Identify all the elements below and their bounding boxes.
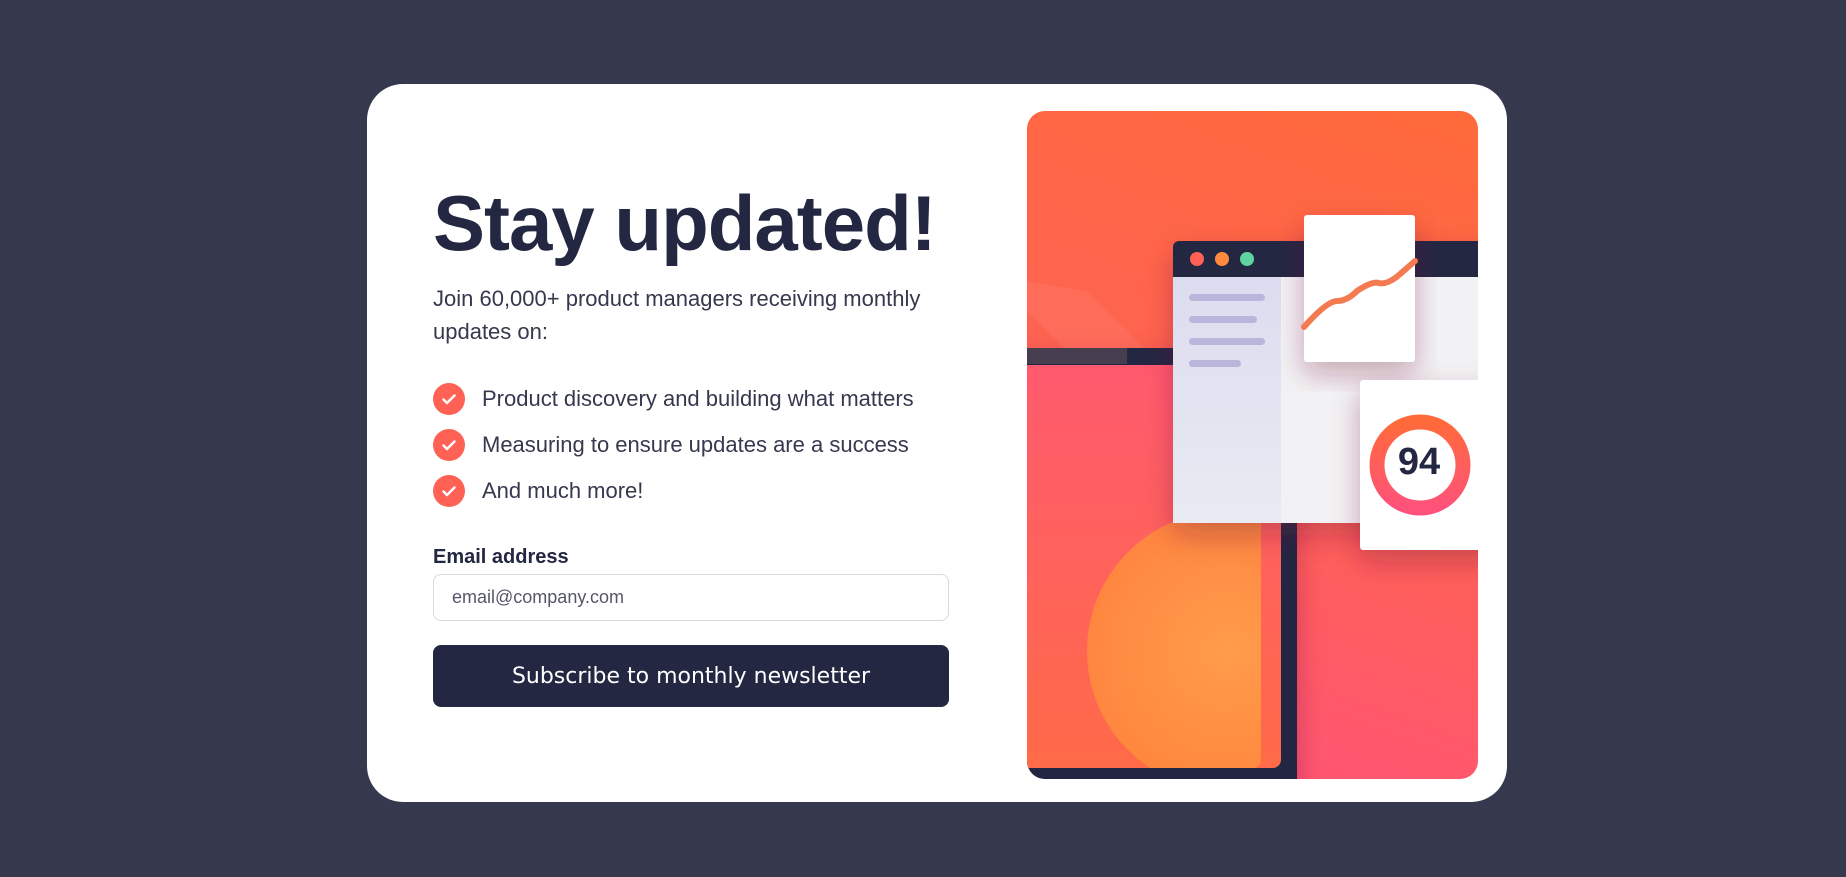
- feature-text: Measuring to ensure updates are a succes…: [482, 432, 909, 457]
- list-item: Product discovery and building what matt…: [433, 376, 914, 422]
- check-icon: [433, 383, 465, 415]
- signup-card: Stay updated! Join 60,000+ product manag…: [367, 84, 1507, 802]
- page-title: Stay updated!: [433, 179, 937, 267]
- check-icon: [433, 429, 465, 461]
- signup-form-panel: Stay updated! Join 60,000+ product manag…: [433, 84, 953, 802]
- list-item: Measuring to ensure updates are a succes…: [433, 422, 914, 468]
- email-label: Email address: [433, 546, 569, 568]
- score-value: 94: [1397, 441, 1441, 483]
- subscribe-button[interactable]: Subscribe to monthly newsletter: [433, 645, 949, 707]
- list-item: And much more!: [433, 468, 914, 514]
- hero-illustration: 94: [1027, 111, 1478, 779]
- feature-text: And much more!: [482, 478, 644, 503]
- window-dot: [1190, 252, 1204, 266]
- feature-text: Product discovery and building what matt…: [482, 386, 914, 411]
- check-icon: [433, 475, 465, 507]
- subtitle: Join 60,000+ product managers receiving …: [433, 286, 921, 344]
- feature-list: Product discovery and building what matt…: [433, 376, 914, 514]
- email-field[interactable]: [433, 574, 949, 621]
